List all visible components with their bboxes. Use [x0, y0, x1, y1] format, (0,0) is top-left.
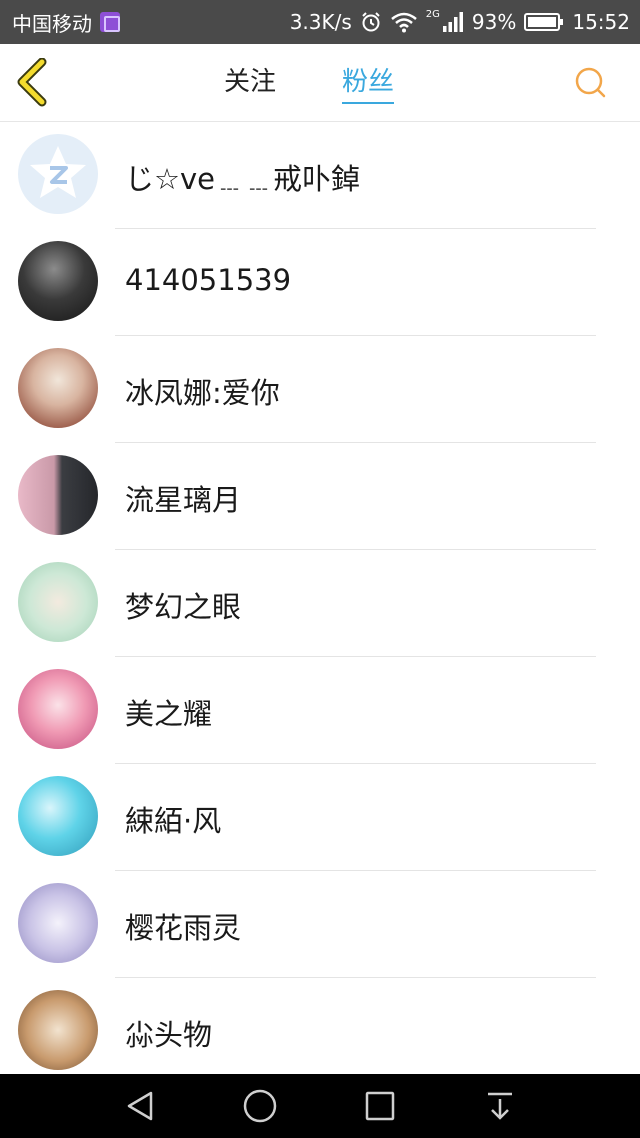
fan-name: 尛头物 — [125, 1018, 213, 1052]
battery-percent: 93% — [471, 10, 517, 34]
avatar — [18, 348, 98, 428]
fan-name: じ☆ve﹍﹍戒卟鋽 — [125, 162, 361, 196]
avatar — [18, 776, 98, 856]
clock-label: 15:52 — [572, 10, 630, 34]
avatar — [18, 455, 98, 535]
list-item[interactable]: 樱花雨灵 — [0, 871, 640, 978]
wifi-icon — [390, 11, 418, 33]
avatar — [18, 241, 98, 321]
nav-home-button[interactable] — [238, 1084, 282, 1128]
carrier-label: 中国移动 — [12, 11, 92, 36]
tab-follow[interactable]: 关注 — [224, 64, 276, 104]
list-item[interactable]: 414051539 — [0, 229, 640, 336]
system-nav-bar — [0, 1074, 640, 1138]
search-icon — [575, 67, 606, 98]
status-right: 3.3K/s 2G 93% 15:52 — [289, 8, 630, 35]
avatar — [18, 562, 98, 642]
signal-icon — [442, 11, 464, 33]
top-nav-bar: 关注 粉丝 — [0, 44, 640, 122]
search-button[interactable] — [574, 66, 608, 100]
fan-name: 梦幻之眼 — [125, 590, 242, 624]
fan-name: 流星璃月 — [125, 483, 242, 517]
list-item[interactable]: 綀絔·风 — [0, 764, 640, 871]
fan-name: 樱花雨灵 — [125, 911, 242, 945]
pull-down-icon — [488, 1092, 512, 1120]
status-left: 中国移动 — [12, 8, 120, 37]
battery-icon — [524, 12, 564, 32]
status-bar: 中国移动 3.3K/s 2G 93% 15:52 — [0, 0, 640, 44]
network-type-label: 2G — [425, 8, 440, 20]
default-avatar-icon — [30, 146, 86, 198]
nav-back-button[interactable] — [118, 1084, 162, 1128]
nav-recents-button[interactable] — [358, 1084, 402, 1128]
avatar — [18, 883, 98, 963]
list-item[interactable]: 尛头物 — [0, 978, 640, 1085]
list-item[interactable]: 流星璃月 — [0, 443, 640, 550]
avatar — [18, 669, 98, 749]
list-item[interactable]: 美之耀 — [0, 657, 640, 764]
net-speed-label: 3.3K/s — [289, 10, 352, 34]
fan-name: 綀絔·风 — [125, 804, 222, 838]
tab-group: 关注 粉丝 — [0, 44, 640, 122]
sim-notification-icon — [100, 12, 120, 32]
circle-home-icon — [243, 1089, 277, 1123]
list-item[interactable]: 梦幻之眼 — [0, 550, 640, 657]
triangle-back-icon — [127, 1091, 153, 1121]
avatar — [18, 134, 98, 214]
fans-list: じ☆ve﹍﹍戒卟鋽 414051539 冰凤娜:爱你 流星璃月 梦幻之眼 美之耀… — [0, 122, 640, 1085]
fan-name: 414051539 — [125, 263, 292, 297]
square-recents-icon — [365, 1091, 395, 1121]
list-item[interactable]: じ☆ve﹍﹍戒卟鋽 — [0, 122, 640, 229]
fan-name: 冰凤娜:爱你 — [125, 376, 280, 410]
alarm-icon — [360, 11, 382, 33]
fan-name: 美之耀 — [125, 697, 213, 731]
list-item[interactable]: 冰凤娜:爱你 — [0, 336, 640, 443]
avatar — [18, 990, 98, 1070]
nav-notification-button[interactable] — [478, 1084, 522, 1128]
tab-fans[interactable]: 粉丝 — [342, 64, 395, 104]
